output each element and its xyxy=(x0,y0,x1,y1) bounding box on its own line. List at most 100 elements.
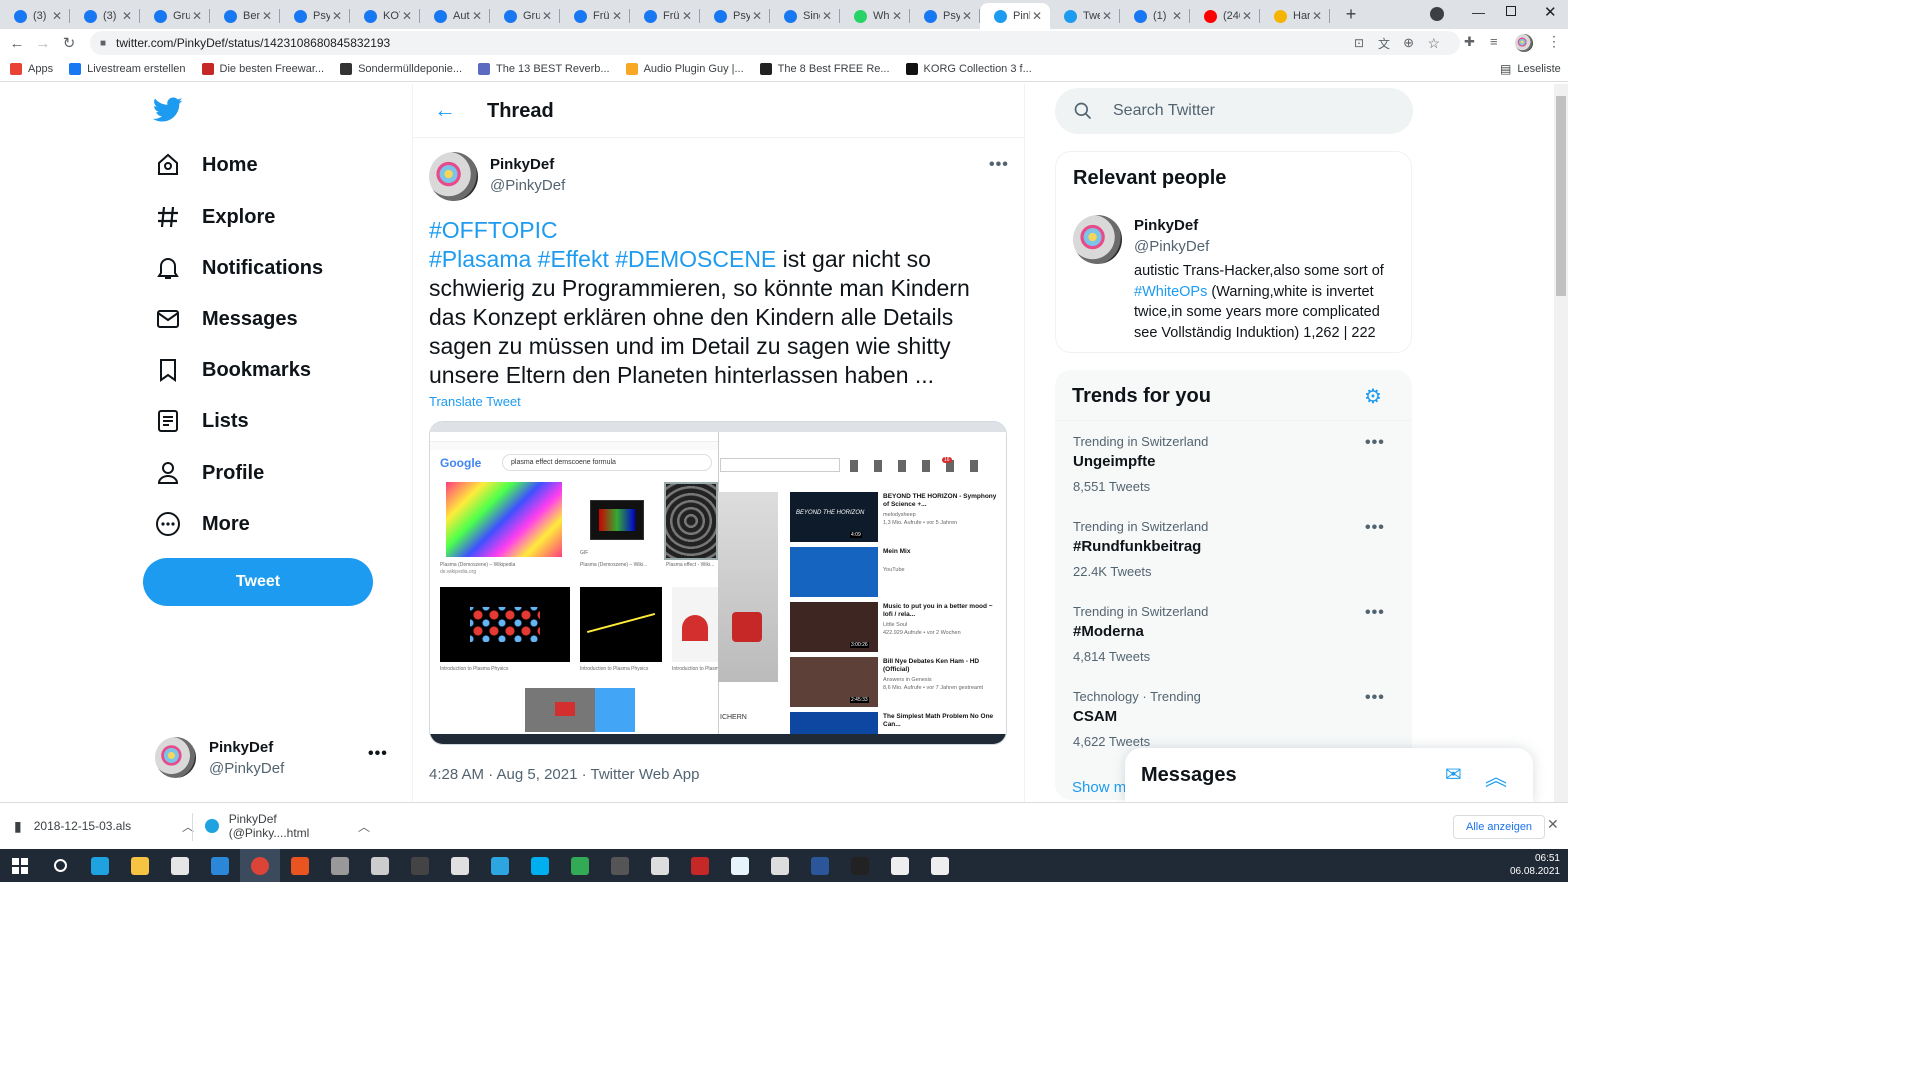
twitter-logo[interactable] xyxy=(152,97,183,128)
tab-search-icon[interactable] xyxy=(1430,7,1444,21)
bio-hashtag[interactable]: #WhiteOPs xyxy=(1134,284,1207,300)
browser-tab[interactable]: Früh✕ xyxy=(630,3,700,29)
tab-close-icon[interactable]: ✕ xyxy=(820,9,834,23)
windows-start-icon[interactable] xyxy=(0,849,40,882)
bookmark-item[interactable]: Livestream erstellen xyxy=(69,63,186,75)
edge-icon[interactable] xyxy=(80,849,120,882)
browser-tab[interactable]: Ben ✕ xyxy=(210,3,280,29)
cloud-icon[interactable] xyxy=(440,849,480,882)
tab-close-icon[interactable]: ✕ xyxy=(1170,9,1184,23)
tweet-author-name[interactable]: PinkyDef xyxy=(490,156,554,173)
expand-drawer-icon[interactable]: ︽ xyxy=(1485,760,1507,792)
nav-notifications[interactable]: Notifications xyxy=(155,248,323,288)
nav-explore[interactable]: Explore xyxy=(155,197,275,237)
tab-close-icon[interactable]: ✕ xyxy=(120,9,134,23)
browser-tab[interactable]: Psyc✕ xyxy=(280,3,350,29)
tab-close-icon[interactable]: ✕ xyxy=(1100,9,1114,23)
telegram-icon[interactable] xyxy=(480,849,520,882)
reading-list[interactable]: ▤ Leseliste xyxy=(1500,62,1561,76)
chrome-icon[interactable] xyxy=(240,849,280,882)
voicemeeter-icon[interactable] xyxy=(680,849,720,882)
trend-more-icon[interactable]: ••• xyxy=(1365,604,1385,622)
nav-more[interactable]: More xyxy=(155,504,250,544)
tab-close-icon[interactable]: ✕ xyxy=(610,9,624,23)
tab-close-icon[interactable]: ✕ xyxy=(50,9,64,23)
app-icon[interactable] xyxy=(560,849,600,882)
trend-item[interactable]: Trending in Switzerland Ungeimpfte 8,551 T… xyxy=(1073,434,1403,494)
browser-tab[interactable]: Sing✕ xyxy=(770,3,840,29)
close-downloads-icon[interactable]: ✕ xyxy=(1547,816,1559,833)
tweet-author-handle[interactable]: @PinkyDef xyxy=(490,177,565,194)
live-icon[interactable] xyxy=(400,849,440,882)
tab-close-icon[interactable]: ✕ xyxy=(400,9,414,23)
back-arrow-icon[interactable]: ← xyxy=(434,97,456,123)
settings-icon[interactable] xyxy=(920,849,960,882)
game-icon[interactable] xyxy=(320,849,360,882)
tab-close-icon[interactable]: ✕ xyxy=(1310,9,1324,23)
search-input[interactable]: Search Twitter xyxy=(1113,102,1215,120)
trend-more-icon[interactable]: ••• xyxy=(1365,519,1385,537)
tweet-button[interactable]: Tweet xyxy=(143,558,373,606)
skype-icon[interactable] xyxy=(520,849,560,882)
new-message-icon[interactable]: ✉ xyxy=(1445,762,1462,787)
relevant-handle[interactable]: @PinkyDef xyxy=(1134,238,1209,255)
browser-tab[interactable]: Pink✕ xyxy=(980,3,1050,29)
messages-drawer[interactable]: Messages ✉ ︽ xyxy=(1125,748,1533,804)
tab-close-icon[interactable]: ✕ xyxy=(750,9,764,23)
show-more-link[interactable]: Show m xyxy=(1072,779,1126,796)
media-control-icon[interactable]: ≡ xyxy=(1490,34,1498,49)
minimize-button[interactable]: — xyxy=(1472,5,1485,20)
settings-gear-icon[interactable]: ⚙ xyxy=(1364,384,1382,409)
nav-lists[interactable]: Lists xyxy=(155,401,249,441)
tab-close-icon[interactable]: ✕ xyxy=(960,9,974,23)
store-icon[interactable] xyxy=(160,849,200,882)
browser-tab[interactable]: Psyc✕ xyxy=(700,3,770,29)
browser-menu-icon[interactable]: ⋮ xyxy=(1547,33,1561,50)
search-box[interactable]: Search Twitter xyxy=(1055,88,1413,134)
nav-profile[interactable]: Profile xyxy=(155,453,264,493)
download-item[interactable]: ▮ 2018-12-15-03.als ︿ xyxy=(14,818,194,835)
media-icon[interactable] xyxy=(760,849,800,882)
tab-close-icon[interactable]: ✕ xyxy=(190,9,204,23)
bookmark-item[interactable]: The 8 Best FREE Re... xyxy=(759,63,890,75)
tweet-more-icon[interactable]: ••• xyxy=(989,156,1009,174)
extensions-icon[interactable]: ✚ xyxy=(1464,34,1475,50)
bookmark-item[interactable]: Apps xyxy=(10,63,53,75)
file-explorer-icon[interactable] xyxy=(120,849,160,882)
show-all-downloads-button[interactable]: Alle anzeigen xyxy=(1453,815,1546,839)
browser-tab[interactable]: (240✕ xyxy=(1190,3,1260,29)
browser-tab[interactable]: Wha✕ xyxy=(840,3,910,29)
chat-icon[interactable] xyxy=(720,849,760,882)
tab-close-icon[interactable]: ✕ xyxy=(1030,9,1044,23)
nav-bookmarks[interactable]: Bookmarks xyxy=(155,350,311,390)
trend-more-icon[interactable]: ••• xyxy=(1365,434,1385,452)
browser-tab[interactable]: Psyc✕ xyxy=(910,3,980,29)
browser-tab[interactable]: Gru ✕ xyxy=(140,3,210,29)
tab-close-icon[interactable]: ✕ xyxy=(260,9,274,23)
tab-close-icon[interactable]: ✕ xyxy=(540,9,554,23)
tweet-author-avatar[interactable] xyxy=(429,152,478,201)
tab-close-icon[interactable]: ✕ xyxy=(470,9,484,23)
chevron-up-icon[interactable]: ︿ xyxy=(358,818,370,835)
inkscape-icon[interactable] xyxy=(360,849,400,882)
translate-icon[interactable]: 文 xyxy=(1378,35,1390,52)
relevant-avatar[interactable] xyxy=(1073,215,1122,264)
account-switcher[interactable]: PinkyDef @PinkyDef ••• xyxy=(155,737,395,779)
nav-messages[interactable]: Messages xyxy=(155,299,298,339)
bookmark-item[interactable]: Sondermülldeponie... xyxy=(340,63,462,75)
browser-tab[interactable]: (1) L✕ xyxy=(1120,3,1190,29)
bookmark-item[interactable]: KORG Collection 3 f... xyxy=(905,63,1032,75)
account-more-icon[interactable]: ••• xyxy=(368,745,388,763)
browser-tab[interactable]: Auti✕ xyxy=(420,3,490,29)
bookmark-item[interactable]: Die besten Freewar... xyxy=(201,63,324,75)
tab-close-icon[interactable]: ✕ xyxy=(330,9,344,23)
close-window-button[interactable]: ✕ xyxy=(1544,3,1557,21)
browser-tab[interactable]: Gru ✕ xyxy=(490,3,560,29)
nav-home[interactable]: Home xyxy=(155,145,258,185)
search-icon[interactable] xyxy=(40,849,80,882)
hashtags-line[interactable]: #Plasama #Effekt #DEMOSCENE xyxy=(429,246,776,272)
tool-icon[interactable] xyxy=(640,849,680,882)
star-bookmark-icon[interactable]: ☆ xyxy=(1427,35,1440,52)
translate-tweet-link[interactable]: Translate Tweet xyxy=(429,394,521,409)
trend-item[interactable]: Technology · Trending CSAM 4,622 Tweets ••• xyxy=(1073,689,1403,749)
